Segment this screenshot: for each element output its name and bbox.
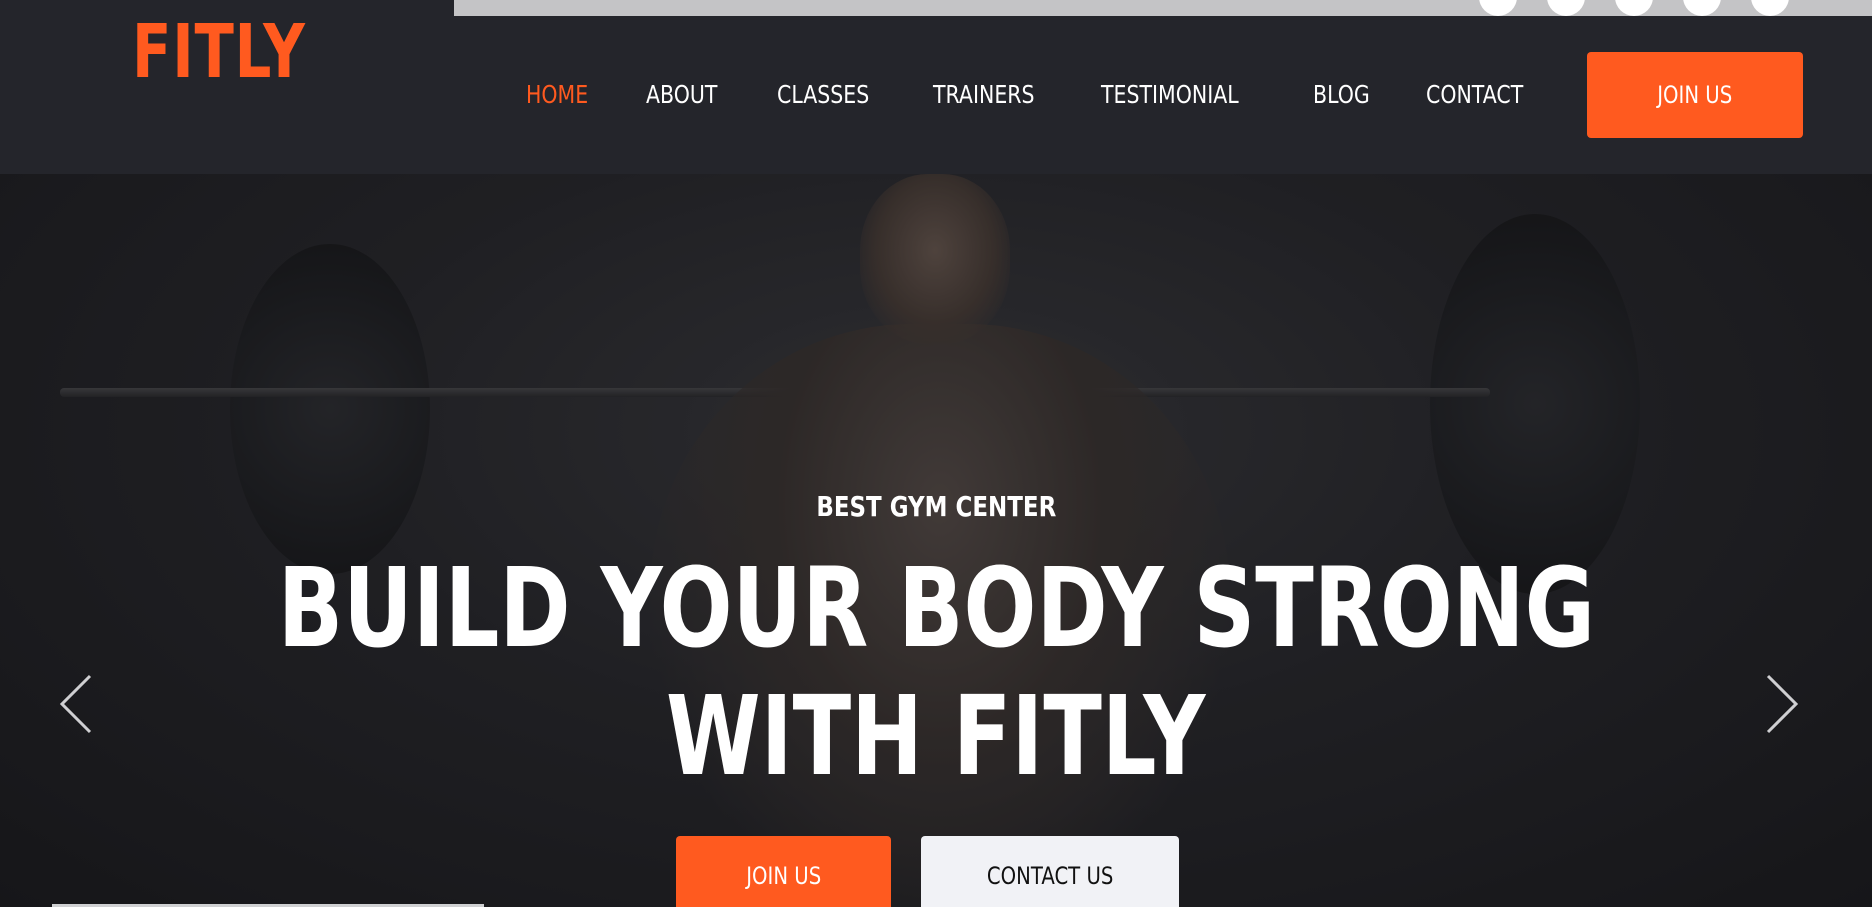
hero-headline-line1: BUILD YOUR BODY STRONG	[277, 544, 1595, 672]
hero-subtitle: BEST GYM CENTER	[816, 490, 1056, 523]
hero-headline-line2: WITH FITLY	[666, 672, 1206, 800]
hero-contact-button[interactable]: CONTACT US	[921, 836, 1179, 907]
nav-item-trainers[interactable]: TRAINERS	[933, 78, 1035, 112]
social-icon[interactable]	[1547, 0, 1585, 16]
top-bar	[454, 0, 1872, 16]
social-icon[interactable]	[1683, 0, 1721, 16]
nav-item-classes[interactable]: CLASSES	[777, 78, 869, 112]
hero-slider: BEST GYM CENTER BUILD YOUR BODY STRONG W…	[0, 174, 1872, 907]
nav-item-home[interactable]: HOME	[526, 78, 588, 112]
hero-join-button[interactable]: JOIN US	[676, 836, 891, 907]
nav-item-testimonial[interactable]: TESTIMONIAL	[1101, 78, 1239, 112]
hero-join-label: JOIN US	[746, 862, 821, 890]
header-join-button[interactable]: JOIN US	[1587, 52, 1803, 138]
site-header: FITLY HOME ABOUT CLASSES TRAINERS TESTIM…	[0, 0, 1872, 174]
hero-headline: BUILD YOUR BODY STRONG WITH FITLY	[0, 544, 1872, 800]
header-join-label: JOIN US	[1657, 81, 1733, 109]
social-icon[interactable]	[1479, 0, 1517, 16]
social-icon[interactable]	[1751, 0, 1789, 16]
site-logo[interactable]: FITLY	[132, 11, 306, 93]
hero-contact-label: CONTACT US	[986, 862, 1114, 890]
nav-item-about[interactable]: ABOUT	[646, 78, 717, 112]
chevron-right-icon[interactable]	[1762, 672, 1802, 736]
main-nav: HOME ABOUT CLASSES TRAINERS TESTIMONIAL …	[526, 78, 1589, 112]
chevron-left-icon[interactable]	[56, 672, 96, 736]
nav-item-contact[interactable]: CONTACT	[1426, 78, 1523, 112]
social-icon[interactable]	[1615, 0, 1653, 16]
nav-item-blog[interactable]: BLOG	[1313, 78, 1370, 112]
